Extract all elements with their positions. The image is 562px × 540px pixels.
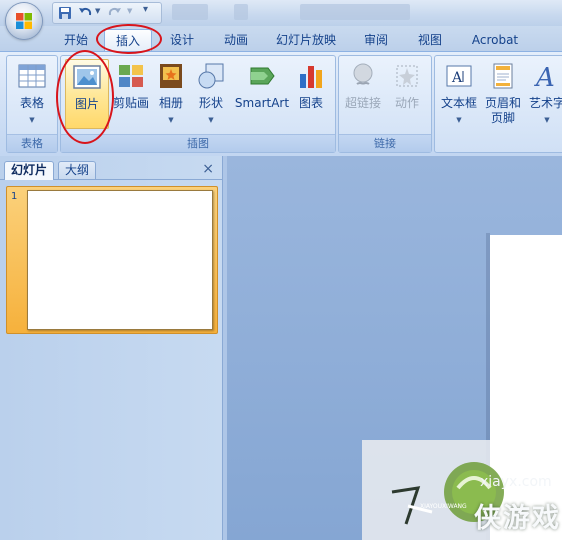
links-group-label: 链接 xyxy=(339,134,431,152)
slide-number: 1 xyxy=(11,191,18,202)
shapes-button[interactable]: 形状 ▼ xyxy=(189,59,233,131)
clipart-icon xyxy=(119,65,143,87)
smartart-icon xyxy=(250,67,275,85)
redo-dropdown-icon[interactable]: ▼ xyxy=(127,7,132,15)
tab-acrobat[interactable]: Acrobat xyxy=(464,29,526,51)
quick-access-toolbar: ▼ ▼ ▾ xyxy=(52,2,162,24)
office-button[interactable] xyxy=(6,3,42,39)
textbox-icon: A xyxy=(446,65,472,87)
blurred-title-fragment xyxy=(172,4,208,20)
tab-outline[interactable]: 大纲 xyxy=(58,161,97,179)
clipart-button[interactable]: 剪贴画 xyxy=(109,59,153,131)
close-panel-icon[interactable]: × xyxy=(202,162,214,177)
header-footer-label-line1: 页眉和 xyxy=(484,96,521,110)
action-button-label: 动作 xyxy=(394,96,419,110)
photo-album-button[interactable]: 相册 ▼ xyxy=(149,59,193,131)
undo-icon[interactable] xyxy=(77,5,93,21)
links-group: 超链接 动作 链接 xyxy=(338,55,432,153)
slide-thumbnail-preview[interactable] xyxy=(27,190,213,330)
illustrations-group: 图片 剪贴画 相册 ▼ 形状 ▼ SmartArt 图表 插图 xyxy=(60,55,336,153)
office-logo-icon xyxy=(16,13,32,29)
table-group-label: 表格 xyxy=(7,134,57,152)
header-footer-icon xyxy=(493,63,513,89)
chart-button-label: 图表 xyxy=(298,96,323,110)
blurred-title-fragment xyxy=(300,4,410,20)
title-bar: ▼ ▼ ▾ xyxy=(0,0,562,39)
tab-review[interactable]: 审阅 xyxy=(354,29,398,51)
watermark-name: 侠游戏 xyxy=(474,503,561,534)
table-icon xyxy=(18,64,46,88)
tab-animations[interactable]: 动画 xyxy=(214,29,258,51)
table-button-label: 表格 xyxy=(19,96,44,110)
panel-tab-strip: 幻灯片 大纲 × xyxy=(0,160,222,180)
dropdown-arrow-icon: ▼ xyxy=(29,116,35,124)
tab-home[interactable]: 开始 xyxy=(56,29,96,51)
wordart-button[interactable]: A 艺术字 ▼ xyxy=(525,59,562,131)
text-group: A 文本框 ▼ 页眉和 页脚 A 艺术字 ▼ xyxy=(434,55,562,153)
shapes-icon xyxy=(198,63,224,89)
table-button[interactable]: 表格 ▼ xyxy=(10,59,54,131)
tab-slides[interactable]: 幻灯片 xyxy=(4,161,55,180)
watermark-pinyin: XIAYOUXIWANG xyxy=(420,503,467,510)
header-footer-label-line2: 页脚 xyxy=(490,111,515,125)
illustrations-group-label: 插图 xyxy=(61,134,335,152)
undo-dropdown-icon[interactable]: ▼ xyxy=(95,7,100,15)
action-icon xyxy=(396,65,418,87)
hyperlink-button[interactable]: 超链接 xyxy=(341,59,385,131)
table-group: 表格 ▼ 表格 xyxy=(6,55,58,153)
tab-design[interactable]: 设计 xyxy=(160,29,204,51)
slides-panel: 幻灯片 大纲 × 1 xyxy=(0,156,223,540)
tab-view[interactable]: 视图 xyxy=(408,29,452,51)
dropdown-arrow-icon: ▼ xyxy=(208,116,214,124)
dropdown-arrow-icon: ▼ xyxy=(168,116,174,124)
wordart-button-label: 艺术字 xyxy=(528,96,562,110)
svg-text:A: A xyxy=(534,63,555,90)
smartart-button[interactable]: SmartArt xyxy=(235,59,289,131)
picture-icon xyxy=(73,65,101,89)
watermark-site: xiayx.com xyxy=(480,474,552,490)
ribbon-tab-row: 开始 插入 设计 动画 幻灯片放映 审阅 视图 Acrobat xyxy=(0,26,562,52)
slide-thumbnail-selected[interactable]: 1 xyxy=(6,186,218,334)
tab-slideshow[interactable]: 幻灯片放映 xyxy=(268,29,344,51)
photo-album-icon xyxy=(160,64,182,88)
wordart-icon: A xyxy=(534,63,555,90)
hyperlink-icon xyxy=(353,63,373,85)
chart-icon xyxy=(300,66,322,88)
ribbon: 表格 ▼ 表格 图片 剪贴画 相册 ▼ 形状 ▼ SmartArt 图表 插图 … xyxy=(0,51,562,157)
svg-text:A: A xyxy=(451,70,463,86)
picture-button[interactable]: 图片 xyxy=(65,59,109,129)
customize-qat-icon[interactable]: ▾ xyxy=(143,4,148,15)
action-button[interactable]: 动作 xyxy=(385,59,429,131)
save-icon[interactable] xyxy=(57,5,73,21)
tab-insert[interactable]: 插入 xyxy=(104,29,152,52)
chart-button[interactable]: 图表 xyxy=(289,59,333,131)
header-footer-button[interactable]: 页眉和 页脚 xyxy=(481,59,525,131)
redo-icon[interactable] xyxy=(107,5,123,21)
blurred-title-fragment xyxy=(234,4,248,20)
dropdown-arrow-icon: ▼ xyxy=(544,116,550,124)
